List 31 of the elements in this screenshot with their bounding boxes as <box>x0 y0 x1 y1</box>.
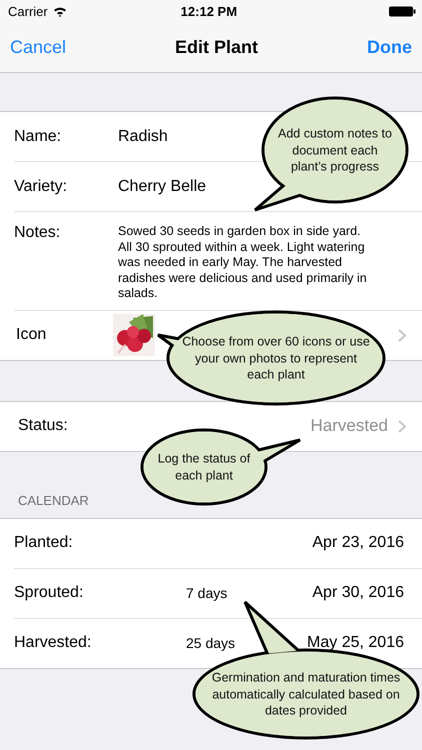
field-label: Variety: <box>14 178 68 196</box>
field-label: Status: <box>18 417 68 435</box>
text-field[interactable]: Cherry Belle <box>118 178 206 196</box>
callout-text: Log the status of each plant <box>156 450 252 484</box>
cancel-button[interactable]: Cancel <box>10 36 66 58</box>
field-label: Name: <box>14 128 62 146</box>
chevron-icon <box>398 420 406 432</box>
date-value[interactable]: Apr 30, 2016 <box>312 584 404 602</box>
callout-text: Germination and maturation times automatically calculated based on dates provided <box>210 669 402 719</box>
field-label: Harvested: <box>14 634 92 652</box>
duration-label: 7 days <box>186 585 228 601</box>
callout-text: Choose from over 60 icons or use your own photos to represent each plant <box>181 333 371 383</box>
callout-text: Add custom notes to document each plant’s progress <box>277 125 393 175</box>
field-label: Sprouted: <box>14 584 84 602</box>
battery-icon <box>389 6 416 16</box>
screen-title: Edit Plant <box>175 36 258 58</box>
chevron-icon <box>398 328 406 342</box>
notes-field[interactable]: Sowed 30 seeds in garden box in side yard. All 30 sprouted within a week. Light watering was needed in early May. The harvested radishes were delicious and used primarily in salads. <box>118 224 373 302</box>
duration-label: 25 days <box>186 635 236 651</box>
date-value[interactable]: May 25, 2016 <box>307 634 404 652</box>
field-label: Planted: <box>14 534 74 552</box>
wifi-icon <box>52 6 67 16</box>
text-field[interactable]: Radish <box>118 128 168 146</box>
field-label: Icon <box>16 326 48 344</box>
status-value: Harvested <box>310 416 388 436</box>
section-header: CALENDAR <box>18 492 89 508</box>
clock-time: 12:12 PM <box>180 4 238 18</box>
date-value[interactable]: Apr 23, 2016 <box>312 534 404 552</box>
carrier-label: Carrier <box>8 4 48 18</box>
done-button[interactable]: Done <box>366 36 412 58</box>
field-label: Notes: <box>14 224 62 243</box>
